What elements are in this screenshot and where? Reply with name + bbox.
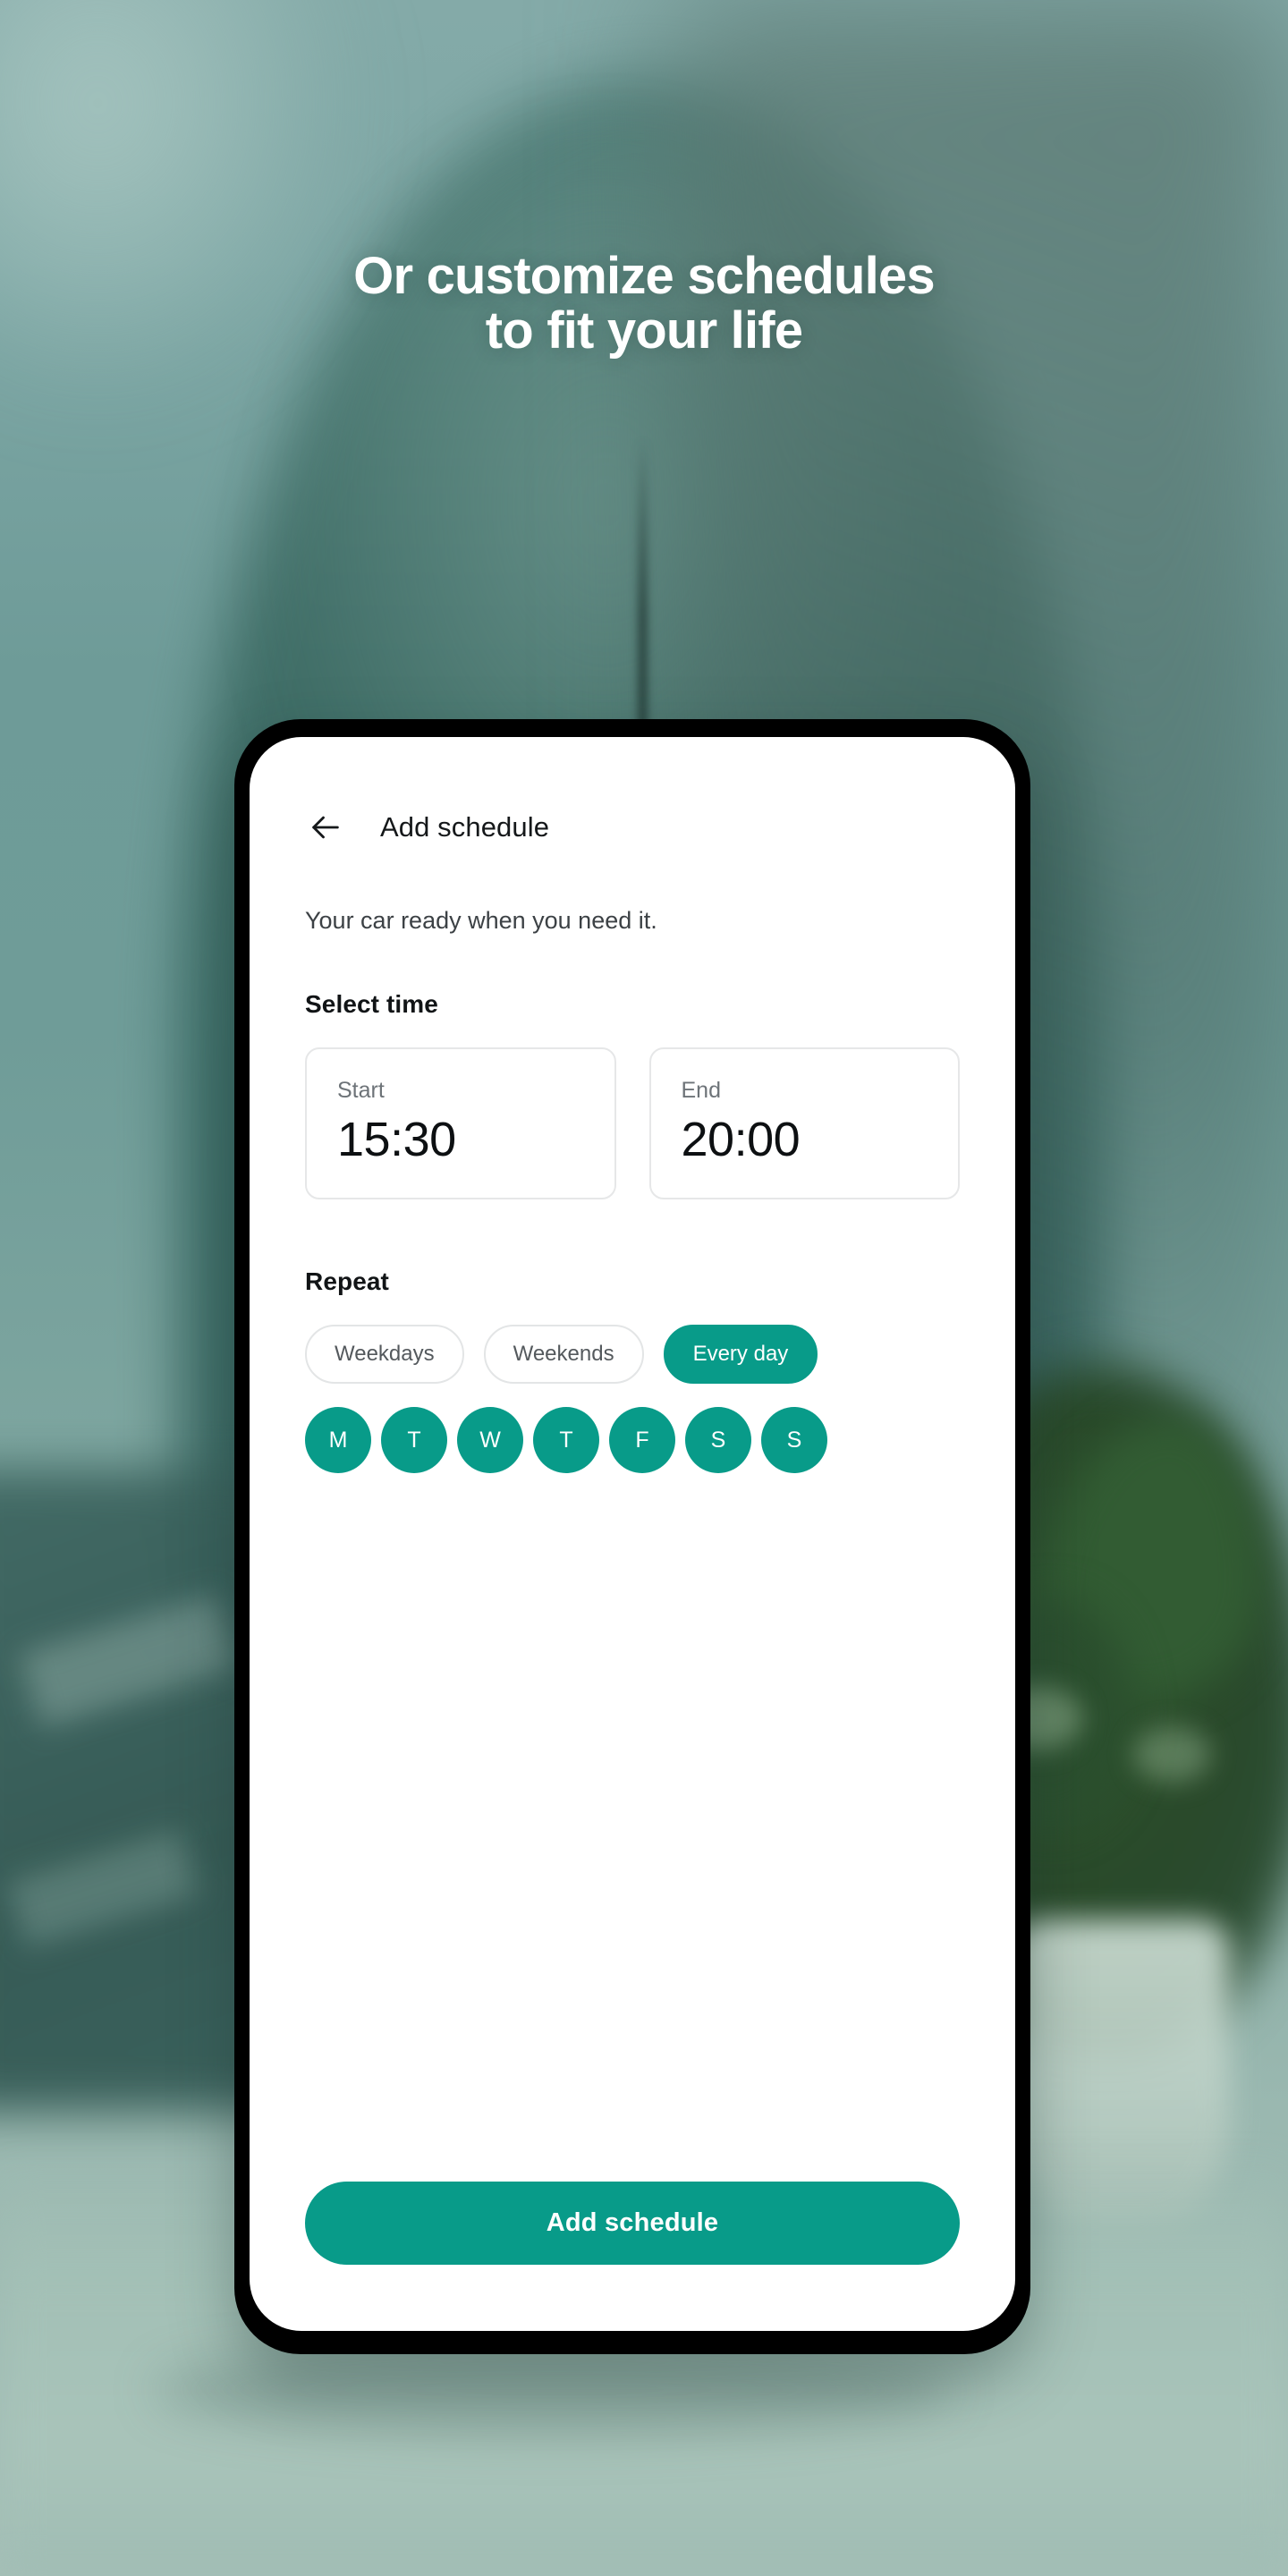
end-time-card[interactable]: End 20:00 xyxy=(648,1047,960,1200)
select-time-label: Select time xyxy=(305,990,438,1018)
day-toggle[interactable]: F xyxy=(609,1407,675,1474)
repeat-chip[interactable]: Every day xyxy=(663,1325,818,1385)
phone-mockup: Add schedule Your car ready when you nee… xyxy=(234,719,1030,2354)
cta-container: Add schedule xyxy=(250,2182,1015,2331)
screen-content: Your car ready when you need it. Select … xyxy=(250,848,1015,1474)
arrow-left-icon xyxy=(308,809,343,845)
app-bar: Add schedule xyxy=(250,737,1015,848)
start-time-card[interactable]: Start 15:30 xyxy=(305,1047,616,1200)
start-time-value: 15:30 xyxy=(337,1113,456,1166)
day-toggle[interactable]: S xyxy=(685,1407,751,1474)
back-arrow-button[interactable] xyxy=(305,807,346,848)
day-toggle[interactable]: T xyxy=(381,1407,447,1474)
add-schedule-button[interactable]: Add schedule xyxy=(305,2182,960,2265)
page-subtitle: Your car ready when you need it. xyxy=(305,907,657,934)
repeat-chip-group: Weekdays Weekends Every day xyxy=(305,1325,960,1385)
day-toggle[interactable]: M xyxy=(305,1407,371,1474)
background-floor-shadow xyxy=(154,2343,953,2435)
repeat-chip[interactable]: Weekends xyxy=(483,1325,644,1385)
day-toggle[interactable]: T xyxy=(533,1407,599,1474)
repeat-chip[interactable]: Weekdays xyxy=(305,1325,464,1385)
phone-screen: Add schedule Your car ready when you nee… xyxy=(250,737,1015,2331)
marketing-headline: Or customize schedules to fit your life xyxy=(353,247,935,360)
day-of-week-selector: MTWTFSS xyxy=(305,1407,960,1474)
page-title: Add schedule xyxy=(380,811,550,843)
end-time-value: 20:00 xyxy=(681,1113,801,1166)
background-plant-highlight xyxy=(1133,1725,1211,1783)
day-toggle[interactable]: S xyxy=(761,1407,827,1474)
start-time-label: Start xyxy=(337,1078,385,1103)
day-toggle[interactable]: W xyxy=(457,1407,523,1474)
end-time-label: End xyxy=(681,1078,721,1103)
repeat-label: Repeat xyxy=(305,1267,389,1296)
time-selection-row: Start 15:30 End 20:00 xyxy=(305,1047,960,1200)
